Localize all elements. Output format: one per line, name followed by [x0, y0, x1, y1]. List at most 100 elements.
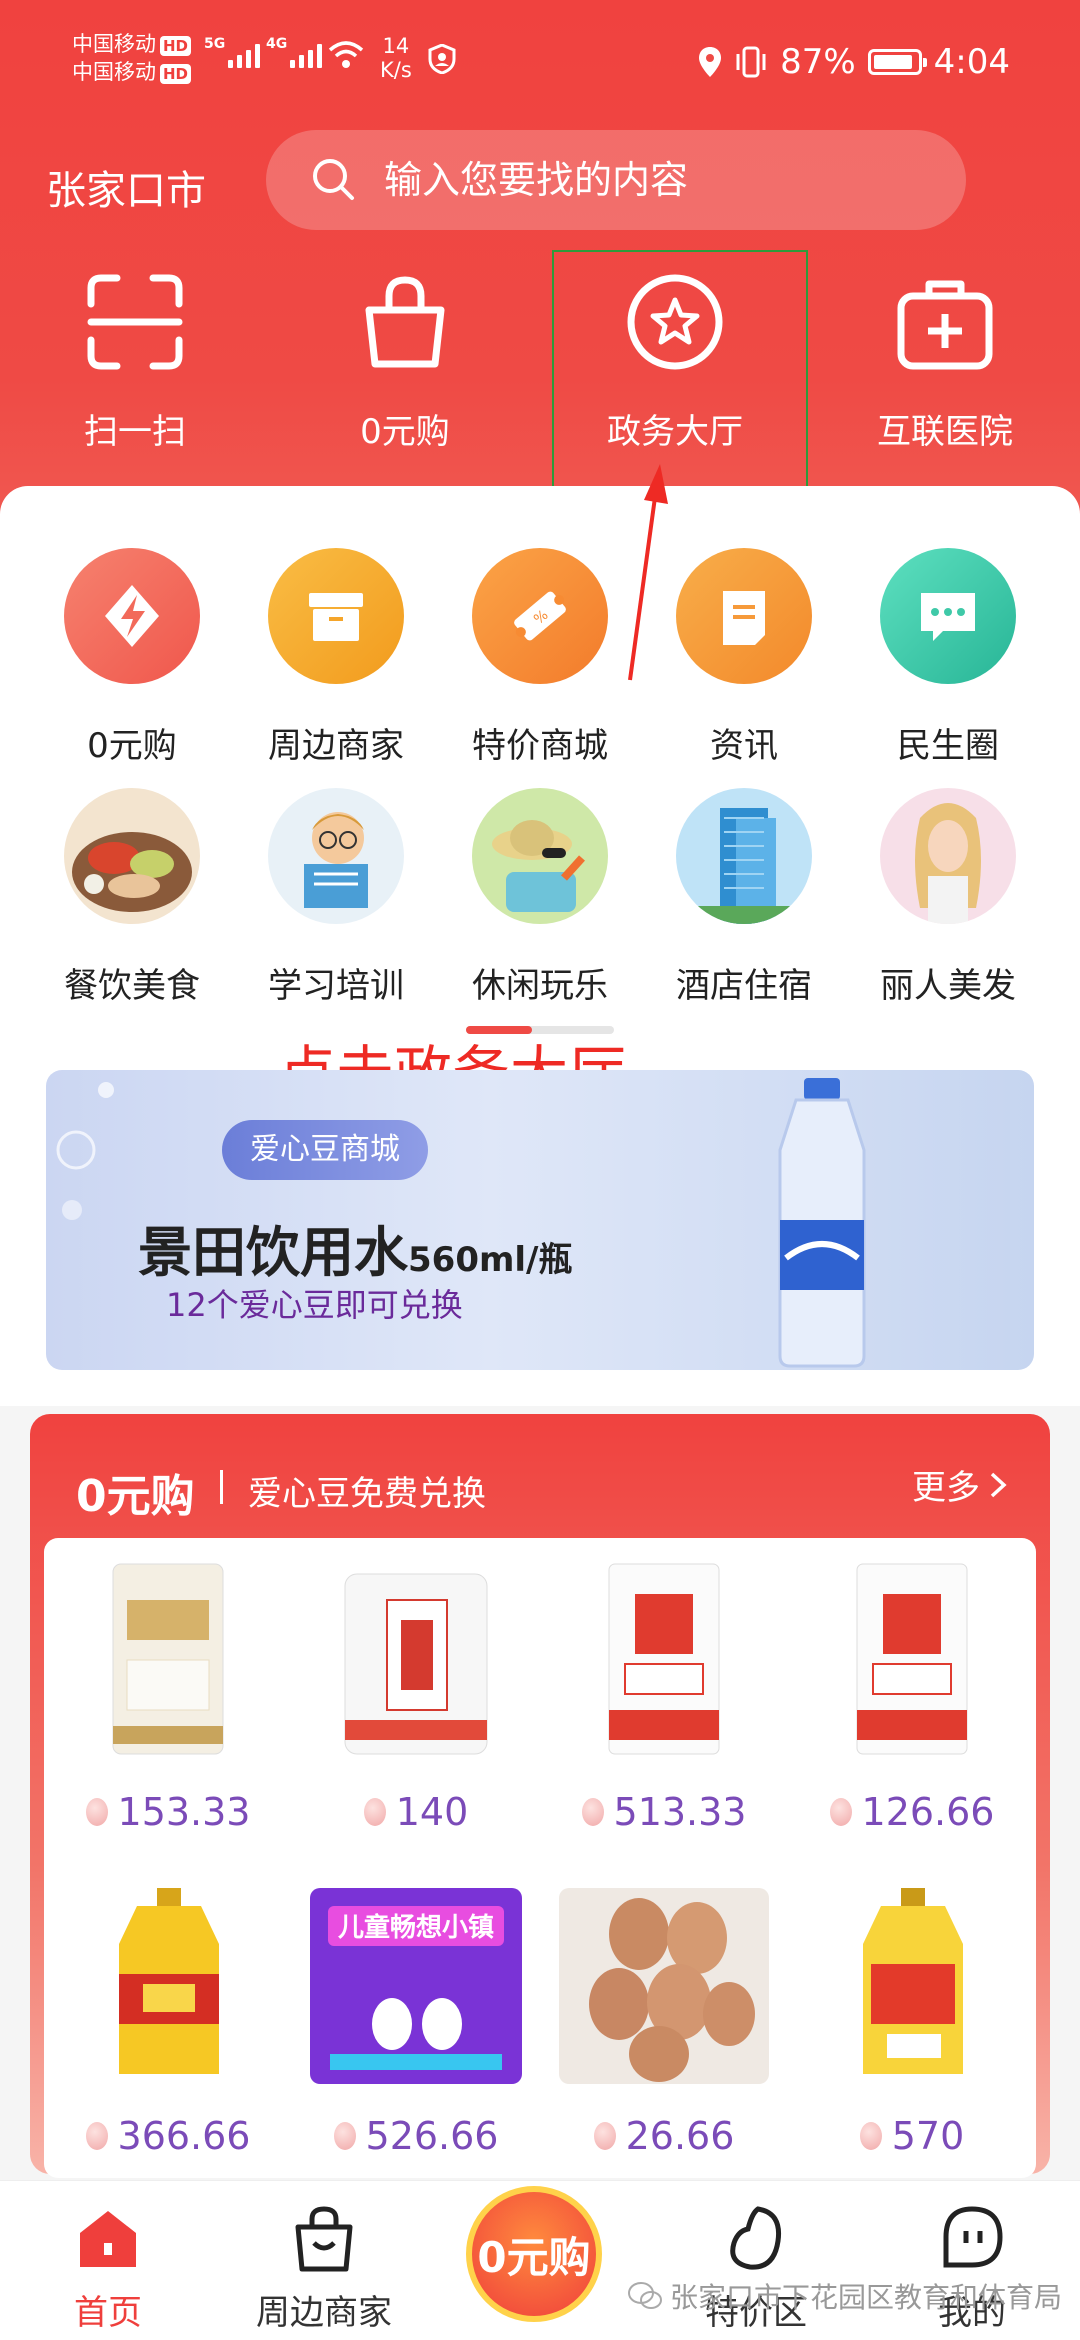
banner-headline: 景田饮用水560ml/瓶	[138, 1221, 573, 1284]
product-card[interactable]: 儿童畅想小镇 526.66	[292, 1884, 540, 2158]
flour-bag-image	[73, 1560, 263, 1760]
watermark: 张家口市下花园区教育和体育局	[628, 2276, 1062, 2316]
battery-percent: 87%	[780, 42, 856, 82]
category-label: 民生圈	[897, 726, 999, 766]
category-food[interactable]: 餐饮美食	[30, 788, 234, 1007]
medical-kit-icon	[897, 280, 993, 370]
category-label: 餐饮美食	[64, 966, 200, 1006]
flour-sack-image	[321, 1560, 511, 1760]
category-beauty[interactable]: 丽人美发	[846, 788, 1050, 1007]
quick-nav-scan[interactable]: 扫一扫	[0, 270, 270, 453]
category-row-2: 餐饮美食 学习培训 休闲玩乐 酒店住宿 丽人美发	[0, 788, 1080, 1007]
tab-mine[interactable]: 我的	[864, 2181, 1080, 2340]
kids-town-title: 儿童畅想小镇	[338, 1912, 494, 1943]
tab-nearby-shops[interactable]: 周边商家	[216, 2181, 432, 2340]
quick-nav-label: 扫一扫	[84, 412, 186, 452]
tab-home[interactable]: 首页	[0, 2181, 216, 2340]
category-label: 特价商城	[472, 726, 608, 766]
search-input[interactable]	[384, 158, 944, 202]
leisure-photo	[472, 788, 608, 924]
hotel-photo	[676, 788, 812, 924]
net-4g: 4G	[266, 36, 288, 52]
category-leisure[interactable]: 休闲玩乐	[438, 788, 642, 1007]
tab-label: 首页	[74, 2293, 142, 2333]
bean-icon	[730, 2206, 782, 2270]
study-photo	[268, 788, 404, 924]
city-selector[interactable]: 张家口市	[46, 158, 206, 216]
zero-buy-section: 0元购 爱心豆免费兑换 更多 153.33 140 513.33 126.66 …	[30, 1414, 1050, 2178]
chevron-right-icon	[990, 1472, 1007, 1497]
product-price: 366.66	[44, 2114, 292, 2158]
clock: 4:04	[933, 42, 1010, 82]
love-bean-icon	[85, 1798, 108, 1826]
product-price: 526.66	[292, 2114, 540, 2158]
privacy-icon	[428, 44, 456, 74]
product-card[interactable]: 366.66	[44, 1884, 292, 2158]
quick-nav-zero-buy[interactable]: 0元购	[270, 270, 540, 453]
search-bar[interactable]	[266, 130, 966, 230]
category-label: 0元购	[87, 726, 177, 766]
zero-buy-center-button[interactable]: 0元购	[466, 2186, 602, 2322]
category-zero-buy[interactable]: 0元购	[30, 548, 234, 767]
lightning-icon	[64, 548, 200, 684]
product-card[interactable]: 513.33	[540, 1560, 788, 1834]
category-community[interactable]: 民生圈	[846, 548, 1050, 767]
home-icon	[80, 2211, 136, 2267]
product-price: 153.33	[44, 1790, 292, 1834]
tab-label: 周边商家	[256, 2293, 392, 2333]
section-subtitle: 爱心豆免费兑换	[248, 1474, 486, 1514]
location-icon	[699, 47, 722, 77]
category-row-1: 0元购 周边商家 % 特价商城 资讯 民生圈	[0, 548, 1080, 767]
shopping-bag-icon	[295, 2206, 353, 2272]
box-icon	[268, 548, 404, 684]
product-price: 126.66	[788, 1790, 1036, 1834]
net-5g: 5G	[204, 36, 226, 52]
product-row-2: 366.66 儿童畅想小镇 526.66 26.66 570	[44, 1884, 1036, 2158]
product-card[interactable]: 126.66	[788, 1560, 1036, 1834]
signal-icon	[228, 44, 260, 68]
banner-tag: 爱心豆商城	[222, 1120, 428, 1180]
product-card[interactable]: 140	[292, 1560, 540, 1834]
title-divider	[220, 1470, 223, 1504]
love-bean-icon	[859, 2122, 882, 2150]
chat-icon	[880, 548, 1016, 684]
search-icon	[313, 159, 354, 200]
category-study[interactable]: 学习培训	[234, 788, 438, 1007]
status-bar: 中国移动 HD 中国移动 HD 5G 4G 14 K/s 87% 4:04	[0, 0, 1080, 120]
category-label: 酒店住宿	[676, 966, 812, 1006]
tab-special[interactable]: 特价区	[648, 2181, 864, 2340]
eggs-image	[559, 1884, 769, 2084]
category-nearby-shops[interactable]: 周边商家	[234, 548, 438, 767]
quick-nav-hospital[interactable]: 互联医院	[810, 270, 1080, 453]
battery-icon	[867, 49, 927, 75]
love-bean-icon	[581, 1798, 604, 1826]
shopping-bag-icon	[365, 276, 445, 368]
category-label: 丽人美发	[880, 966, 1016, 1006]
beauty-photo	[880, 788, 1016, 924]
kids-town-image: 儿童畅想小镇	[310, 1884, 522, 2084]
category-label: 学习培训	[268, 966, 404, 1006]
product-card[interactable]: 153.33	[44, 1560, 292, 1834]
product-card[interactable]: 570	[788, 1884, 1036, 2158]
category-label: 休闲玩乐	[472, 966, 608, 1006]
wheat-flour-2-image	[817, 1560, 1007, 1760]
cooking-oil-2-image	[817, 1884, 1007, 2084]
vibrate-icon	[736, 46, 766, 78]
wheat-flour-image	[569, 1560, 759, 1760]
category-label: 周边商家	[268, 726, 404, 766]
category-hotel[interactable]: 酒店住宿	[642, 788, 846, 1007]
cooking-oil-image	[73, 1884, 263, 2084]
product-card[interactable]: 26.66	[540, 1884, 788, 2158]
water-bottle-image	[778, 1078, 866, 1368]
promo-banner[interactable]: 爱心豆商城 景田饮用水560ml/瓶 12个爱心豆即可兑换	[46, 1070, 1034, 1370]
carrier-1: 中国移动 HD	[72, 30, 192, 58]
more-link[interactable]: 更多	[912, 1460, 1008, 1509]
love-bean-icon	[85, 2122, 108, 2150]
quick-nav-label: 互联医院	[877, 412, 1013, 452]
highlight-box	[552, 250, 808, 496]
love-bean-icon	[333, 2122, 356, 2150]
product-price: 140	[292, 1790, 540, 1834]
document-icon	[676, 548, 812, 684]
ticket-icon: %	[472, 548, 608, 684]
wechat-icon	[628, 2282, 662, 2309]
